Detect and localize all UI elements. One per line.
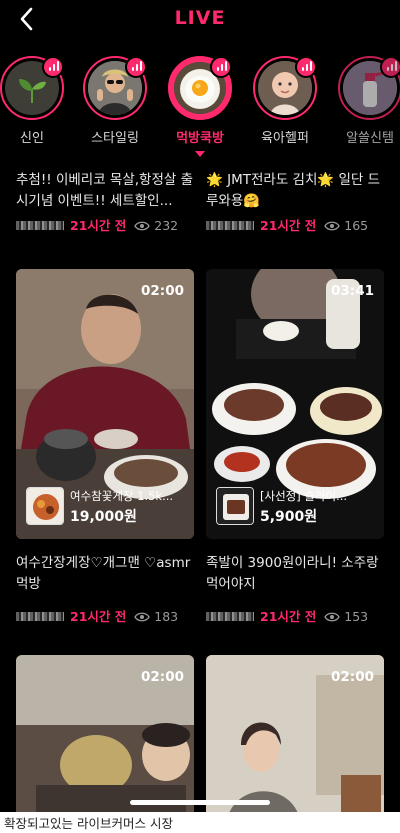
post-item[interactable]: 🌟 JMT전라도 김치🌟 일단 드루와용🤗 21시간 전 165 <box>206 170 392 236</box>
video-duration: 02:00 <box>331 669 374 685</box>
blurred-username <box>16 221 64 230</box>
post-description: 🌟 JMT전라도 김치🌟 일단 드루와용🤗 <box>206 172 381 209</box>
view-count-value: 153 <box>344 609 369 624</box>
product-name: 여수참꽃게장 1.5k... <box>70 489 174 503</box>
video-time: 21시간 전 <box>260 609 317 624</box>
category-label: 신인 <box>20 131 44 146</box>
live-screen: LIVE 신인 스타일링 먹방쿡방 육아헬퍼 알쓸신템 추첨!! 이베리코 목살… <box>0 0 400 812</box>
video-info: 족발이 3900원이라니! 소주랑 먹어야지 21시간 전 153 <box>206 553 392 627</box>
product-price: 19,000원 <box>70 509 137 525</box>
view-count-value: 183 <box>154 609 179 624</box>
view-count-value: 165 <box>344 218 369 233</box>
view-count: 153 <box>324 606 368 627</box>
product-tag[interactable]: [사선정] 슬라이... 5,900원 <box>216 487 374 525</box>
view-count: 183 <box>134 606 178 627</box>
blurred-username <box>206 612 254 621</box>
product-thumbnail <box>26 487 64 525</box>
eye-icon <box>134 221 151 230</box>
video-duration: 02:00 <box>141 669 184 685</box>
category-mukbang[interactable]: 먹방쿡방 <box>165 56 235 157</box>
category-label: 육아헬퍼 <box>261 131 309 146</box>
blurred-username <box>16 612 64 621</box>
live-badge-icon <box>125 56 147 78</box>
post-time: 21시간 전 <box>70 218 127 233</box>
category-styling[interactable]: 스타일링 <box>80 56 150 146</box>
video-description: 여수간장게장♡개그맨 ♡asmr먹방 <box>16 555 191 592</box>
video-duration: 02:00 <box>141 283 184 299</box>
post-time: 21시간 전 <box>260 218 317 233</box>
live-badge-icon <box>210 56 232 78</box>
post-description: 추첨!! 이베리코 목살,항정살 출시기념 이벤트!! 세트할인... <box>16 172 194 209</box>
video-card[interactable]: 03:41 [사선정] 슬라이... 5,900원 <box>206 269 384 539</box>
video-card[interactable]: 02:00 여수참꽃게장 1.5k... 19,000원 <box>16 269 194 539</box>
product-tag[interactable]: 여수참꽃게장 1.5k... 19,000원 <box>26 487 184 525</box>
category-useful-items[interactable]: 알쓸신템 <box>335 56 400 146</box>
active-indicator-icon <box>195 151 205 157</box>
live-badge-icon <box>380 56 400 78</box>
eye-icon <box>324 221 341 230</box>
video-card[interactable]: 02:00 <box>206 655 384 812</box>
page-title: LIVE <box>174 7 226 29</box>
live-badge-icon <box>295 56 317 78</box>
post-item[interactable]: 추첨!! 이베리코 목살,항정살 출시기념 이벤트!! 세트할인... 21시간… <box>16 170 202 236</box>
video-time: 21시간 전 <box>70 609 127 624</box>
category-label: 스타일링 <box>91 131 139 146</box>
video-description: 족발이 3900원이라니! 소주랑 먹어야지 <box>206 555 379 592</box>
live-badge-icon <box>42 56 64 78</box>
view-count: 232 <box>134 215 178 236</box>
video-card[interactable]: 02:00 <box>16 655 194 812</box>
category-sinin[interactable]: 신인 <box>0 56 67 146</box>
eye-icon <box>324 612 341 621</box>
product-name: [사선정] 슬라이... <box>260 489 348 503</box>
product-price: 5,900원 <box>260 509 318 525</box>
view-count-value: 232 <box>154 218 179 233</box>
video-duration: 03:41 <box>331 283 374 299</box>
image-caption: 확장되고있는 라이브커머스 시장 <box>4 816 173 831</box>
blurred-username <box>206 221 254 230</box>
category-label: 먹방쿡방 <box>176 131 224 146</box>
home-indicator[interactable] <box>130 800 270 805</box>
video-info: 여수간장게장♡개그맨 ♡asmr먹방 21시간 전 183 <box>16 553 202 627</box>
top-bar: LIVE <box>0 0 400 40</box>
category-parenting[interactable]: 육아헬퍼 <box>250 56 320 146</box>
category-label: 알쓸신템 <box>346 131 394 146</box>
view-count: 165 <box>324 215 368 236</box>
product-thumbnail <box>216 487 254 525</box>
eye-icon <box>134 612 151 621</box>
category-strip: 신인 스타일링 먹방쿡방 육아헬퍼 알쓸신템 <box>0 56 400 166</box>
